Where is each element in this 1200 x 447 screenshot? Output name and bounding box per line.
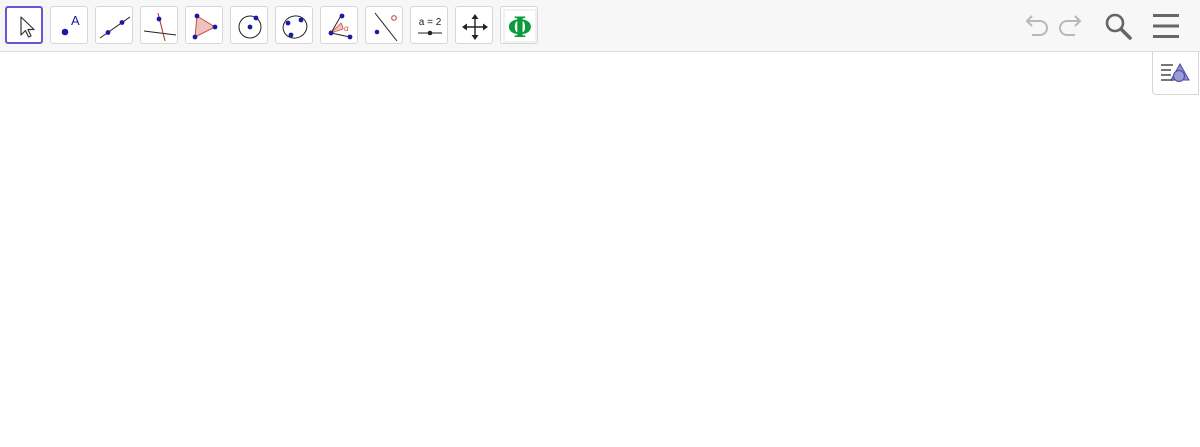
line-tool-button[interactable] [95,6,133,44]
line-through-two-points-icon [99,16,131,39]
point-label: A [71,13,80,28]
polygon-tool-button[interactable] [185,6,223,44]
reflect-about-line-tool-button[interactable] [365,6,403,44]
angle-icon: α [328,13,353,40]
undo-icon [1025,15,1048,36]
main-menu-button[interactable] [1148,8,1184,44]
point-tool-button[interactable]: A [50,6,88,44]
reflect-icon [374,12,398,42]
arrow-pointer-icon [20,16,35,38]
move-tool-button[interactable] [5,6,43,44]
move-graphics-view-tool-button[interactable] [455,6,493,44]
circle-through-three-points-icon [282,15,308,39]
angle-tool-button[interactable]: α [320,6,358,44]
slider-tool-button[interactable]: a = 2 [410,6,448,44]
move-view-icon [462,14,488,40]
perpendicular-line-tool-button[interactable] [140,6,178,44]
circle-three-points-tool-button[interactable] [275,6,313,44]
graphics-view-canvas[interactable] [0,52,1200,447]
hamburger-menu-icon [1153,14,1179,38]
point-icon: A [61,13,80,36]
toolbar: A α a = 2 Φ [0,0,1200,52]
angle-label: α [344,24,349,33]
slider-label: a = 2 [419,17,442,28]
redo-icon [1059,15,1082,36]
search-button[interactable] [1100,8,1136,44]
search-icon [1105,13,1132,40]
circle-center-point-tool-button[interactable] [230,6,268,44]
redo-button[interactable] [1054,8,1090,44]
polygon-icon [192,13,218,40]
phi-icon: Φ [503,9,537,44]
algebra-view-toggle-icon [1161,62,1190,82]
phi-label: Φ [508,11,532,44]
algebra-view-toggle-button[interactable] [1152,52,1199,95]
custom-tool-button[interactable]: Φ [500,6,538,44]
circle-with-center-icon [238,15,262,39]
perpendicular-line-icon [143,12,177,42]
undo-button[interactable] [1017,8,1053,44]
slider-icon: a = 2 [418,17,442,36]
